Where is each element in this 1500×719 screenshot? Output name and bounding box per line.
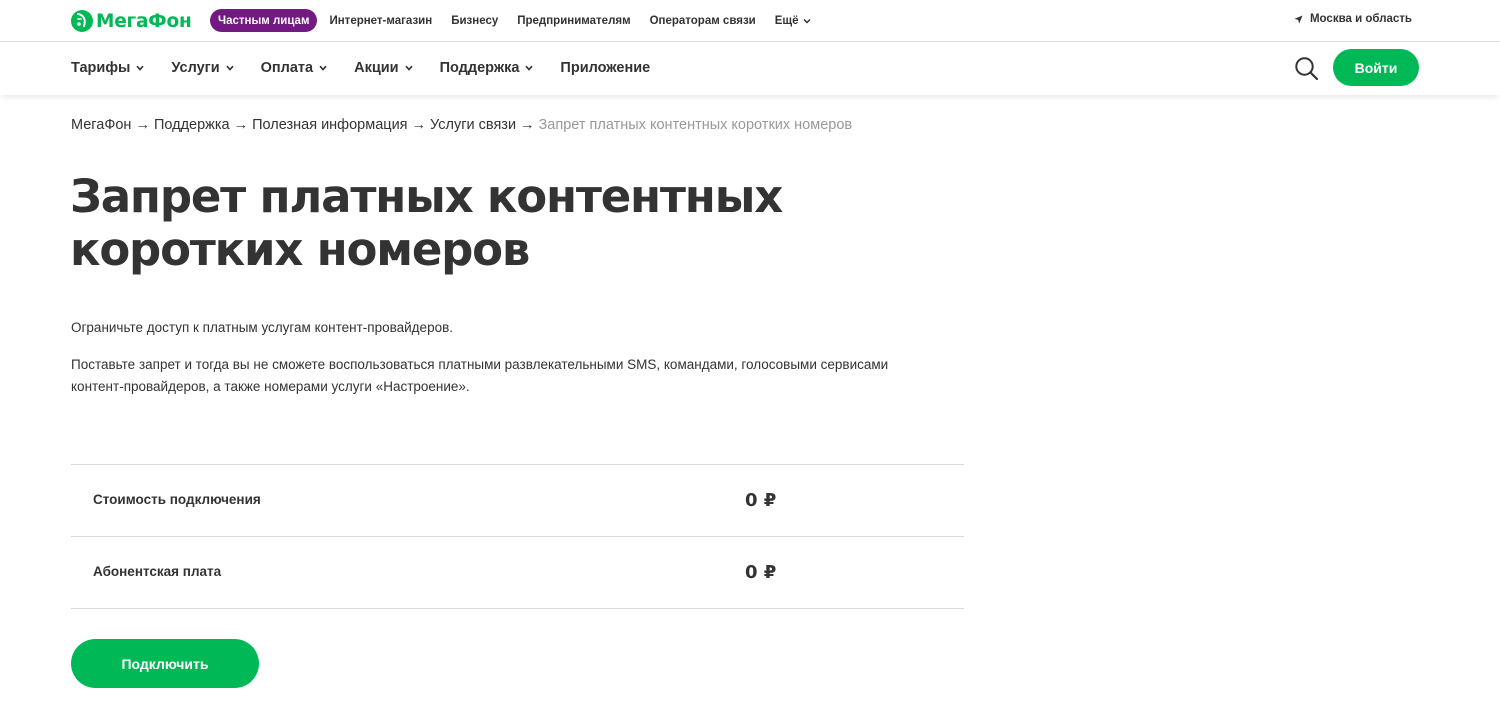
description-line-2: контент-провайдеров, а также номерами ус… bbox=[71, 379, 470, 394]
menu-payment[interactable]: Оплата bbox=[261, 60, 327, 76]
main-menu: Тарифы Услуги Оплата Акции Поддержка При… bbox=[71, 60, 677, 76]
price-label: Абонентская плата bbox=[93, 564, 222, 579]
top-bar: МегаФон Частным лицам Интернет-магазин Б… bbox=[0, 0, 1500, 42]
menu-support-label: Поддержка bbox=[439, 60, 520, 76]
menu-tariffs[interactable]: Тарифы bbox=[71, 60, 144, 76]
price-label: Стоимость подключения bbox=[93, 492, 261, 507]
breadcrumb-link-useful-info[interactable]: Полезная информация bbox=[252, 117, 407, 133]
region-selector[interactable]: Москва и область bbox=[1294, 13, 1412, 25]
breadcrumb-separator: → bbox=[233, 117, 249, 133]
menu-app[interactable]: Приложение bbox=[560, 60, 650, 76]
chevron-down-icon bbox=[226, 65, 234, 71]
search-icon bbox=[1295, 57, 1319, 81]
description-line-1: Поставьте запрет и тогда вы не сможете в… bbox=[71, 357, 889, 372]
megafon-logo-icon bbox=[71, 10, 93, 32]
menu-promos[interactable]: Акции bbox=[354, 60, 413, 76]
breadcrumb-separator: → bbox=[520, 117, 535, 133]
menu-app-label: Приложение bbox=[560, 60, 651, 76]
breadcrumb-separator: → bbox=[135, 117, 150, 133]
price-table: Стоимость подключения 0 ₽ Абонентская пл… bbox=[71, 464, 964, 609]
segment-nav: Частным лицам Интернет-магазин Бизнесу П… bbox=[210, 9, 830, 32]
location-arrow-icon bbox=[1294, 14, 1303, 24]
menu-payment-label: Оплата bbox=[260, 60, 314, 76]
menu-services-label: Услуги bbox=[171, 60, 220, 76]
segment-operators[interactable]: Операторам связи bbox=[650, 15, 756, 27]
chevron-down-icon bbox=[803, 18, 811, 24]
region-label: Москва и область bbox=[1309, 13, 1412, 25]
price-value: 0 ₽ bbox=[745, 562, 777, 583]
logo-wordmark: МегаФон bbox=[96, 10, 192, 32]
login-button[interactable]: Войти bbox=[1333, 49, 1419, 86]
price-value: 0 ₽ bbox=[745, 490, 777, 511]
breadcrumb-link-support[interactable]: Поддержка bbox=[154, 117, 230, 133]
segment-entrepreneurs[interactable]: Предпринимателям bbox=[517, 15, 630, 27]
price-row-subscription: Абонентская плата 0 ₽ bbox=[71, 537, 964, 609]
segment-online-store[interactable]: Интернет-магазин bbox=[329, 15, 432, 27]
chevron-down-icon bbox=[405, 65, 413, 71]
chevron-down-icon bbox=[319, 65, 327, 71]
search-button[interactable] bbox=[1294, 56, 1319, 81]
segment-more[interactable]: Ещё bbox=[775, 15, 811, 27]
breadcrumb-current: Запрет платных контентных коротких номер… bbox=[538, 117, 853, 133]
page-title-line-1: Запрет платных контентных bbox=[70, 170, 783, 223]
price-row-connection: Стоимость подключения 0 ₽ bbox=[71, 465, 964, 537]
menu-services[interactable]: Услуги bbox=[171, 60, 234, 76]
description-paragraph: Поставьте запрет и тогда вы не сможете в… bbox=[71, 354, 971, 398]
breadcrumb: МегаФон → Поддержка → Полезная информация → Ус… bbox=[71, 117, 852, 133]
segment-private[interactable]: Частным лицам bbox=[210, 9, 318, 32]
page-title-line-2: коротких номеров bbox=[70, 223, 530, 276]
menu-support[interactable]: Поддержка bbox=[440, 60, 534, 76]
megafon-logo[interactable]: МегаФон bbox=[71, 9, 192, 33]
breadcrumb-link-home[interactable]: МегаФон bbox=[71, 117, 131, 133]
menu-promos-label: Акции bbox=[354, 60, 399, 76]
connect-button[interactable]: Подключить bbox=[71, 639, 259, 688]
page-title: Запрет платных контентных коротких номер… bbox=[70, 170, 870, 276]
breadcrumb-separator: → bbox=[411, 117, 427, 133]
intro-paragraph: Ограничьте доступ к платным услугам конт… bbox=[71, 320, 454, 335]
main-nav: Тарифы Услуги Оплата Акции Поддержка При… bbox=[0, 42, 1500, 95]
segment-business[interactable]: Бизнесу bbox=[451, 15, 498, 27]
menu-tariffs-label: Тарифы bbox=[71, 60, 131, 76]
segment-more-label: Ещё bbox=[774, 14, 799, 27]
chevron-down-icon bbox=[525, 65, 534, 71]
breadcrumb-link-services[interactable]: Услуги связи bbox=[430, 117, 516, 133]
chevron-down-icon bbox=[136, 65, 144, 71]
